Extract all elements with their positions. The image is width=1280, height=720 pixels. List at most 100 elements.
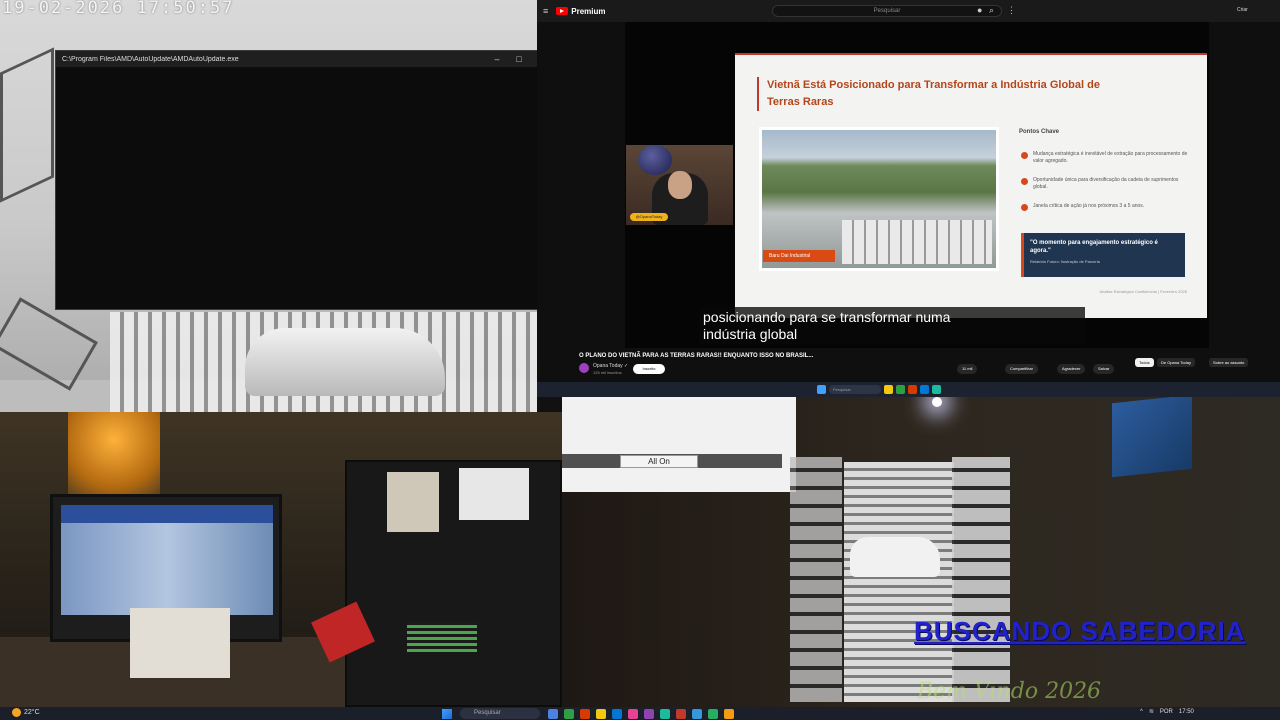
create-chip[interactable]: Criar: [1237, 7, 1248, 13]
parked-car: [245, 328, 445, 396]
taskbar-app-icon[interactable]: [628, 709, 638, 719]
start-button[interactable]: [442, 709, 452, 719]
chip-channel[interactable]: De Opana Today: [1157, 358, 1195, 367]
taskbar-app-icon[interactable]: [564, 709, 574, 719]
overlay-subtitle: Bem Vindo 2026: [917, 679, 1102, 704]
search-input[interactable]: Pesquisar: [772, 5, 1002, 17]
taskbar-app-icon[interactable]: [644, 709, 654, 719]
youtube-logo[interactable]: Premium: [556, 6, 606, 16]
mic-icon[interactable]: ●: [977, 5, 982, 15]
glass-block-wall: [790, 457, 842, 702]
taskbar-apps: [548, 709, 734, 719]
console-titlebar[interactable]: C:\Program Files\AMD\AutoUpdate\AMDAutoU…: [56, 51, 552, 67]
monitor-screen-header: [61, 505, 273, 523]
language-indicator[interactable]: POR: [1160, 709, 1173, 715]
key-point: Oportunidade única para diversificação d…: [1019, 177, 1191, 191]
thanks-button[interactable]: Agradecer: [1057, 364, 1086, 374]
maximize-button[interactable]: □: [508, 54, 530, 64]
video-info: O PLANO DO VIETNÃ PARA AS TERRAS RARAS!!…: [537, 348, 1280, 380]
save-button[interactable]: Salvar: [1093, 364, 1115, 374]
like-button[interactable]: 11 mil: [957, 364, 978, 374]
search-icon[interactable]: ⌕: [989, 5, 994, 16]
key-point: Janela crítica de ação já nos próximos 3…: [1019, 203, 1191, 211]
channel-subscribers: 125 mil inscritos: [593, 370, 622, 375]
taskbar-app-icon[interactable]: [612, 709, 622, 719]
channel-avatar[interactable]: [579, 363, 589, 373]
minimize-button[interactable]: –: [486, 54, 508, 64]
silos: [842, 220, 992, 264]
chip-all[interactable]: Todos: [1135, 358, 1154, 367]
webcam-tag: @OpanaToday: [630, 213, 668, 221]
parked-car: [850, 537, 940, 577]
control-panel: [562, 397, 796, 492]
gate: [844, 462, 954, 702]
all-on-button[interactable]: All On: [620, 455, 698, 468]
ceiling-light: [932, 397, 942, 407]
taskbar-app-icon[interactable]: [692, 709, 702, 719]
presenter-face: [668, 171, 692, 199]
app-icon[interactable]: [932, 385, 941, 394]
taskbar-app-icon[interactable]: [660, 709, 670, 719]
taskbar-app-icon[interactable]: [676, 709, 686, 719]
chevron-up-icon[interactable]: ^: [1140, 709, 1143, 715]
youtube-play-icon: [556, 7, 569, 15]
start-icon[interactable]: [817, 385, 826, 394]
camera-feed-bottom-left: [0, 412, 562, 707]
wifi-icon[interactable]: ≋: [1149, 708, 1154, 715]
taskbar-app-icon[interactable]: [724, 709, 734, 719]
inner-search[interactable]: Pesquisar: [829, 385, 881, 394]
taskbar-search[interactable]: Pesquisar: [460, 708, 540, 719]
weather-temp: 22°C: [24, 709, 40, 716]
slide-footer: Análise Estratégica Confidencial | Fever…: [1099, 289, 1187, 294]
presentation-slide: Vietnã Está Posicionado para Transformar…: [735, 53, 1207, 318]
subscribe-button[interactable]: Inscrito: [633, 364, 665, 374]
chip-related[interactable]: Sobre ao assunto: [1209, 358, 1249, 367]
taskbar-app-icon[interactable]: [548, 709, 558, 719]
sun-icon: [12, 708, 21, 717]
taskbar-app-icon[interactable]: [708, 709, 718, 719]
lamp-glow: [68, 412, 160, 504]
wall-screen: [1112, 397, 1192, 478]
more-icon[interactable]: ⋮: [1007, 5, 1016, 16]
youtube-brand: Premium: [571, 6, 606, 16]
app-icon[interactable]: [908, 385, 917, 394]
browser-window: ≡ Premium Pesquisar ● ⌕ ⋮ Criar Vietnã E…: [537, 0, 1280, 397]
console-title: C:\Program Files\AMD\AutoUpdate\AMDAutoU…: [62, 55, 239, 63]
camera-timestamp: 19-02-2026 17:50:57: [2, 0, 235, 18]
key-points-title: Pontos Chave: [1019, 129, 1060, 135]
app-icon[interactable]: [920, 385, 929, 394]
video-subtitle: posicionando para se transformar numa in…: [699, 307, 1085, 345]
video-title: O PLANO DO VIETNÃ PARA AS TERRAS RARAS!!…: [579, 353, 814, 359]
overlay-title: BUSCANDO SABEDORIA: [914, 616, 1246, 646]
monitor-window: [459, 468, 529, 520]
subtitle-line: posicionando para se transformar numa: [703, 309, 951, 325]
subtitle-line: indústria global: [703, 326, 798, 342]
windows-taskbar: 22°C Pesquisar ^ ≋ POR 17:50: [0, 707, 1280, 720]
channel-name[interactable]: Opana Today ✓: [593, 363, 628, 369]
quote-text: "O momento para engajamento estratégico …: [1030, 240, 1158, 254]
key-point: Mudança estratégica é inevitável de extr…: [1019, 151, 1191, 165]
camera-feed-bottom-right: All On BUSCANDO SABEDORIA Bem Vindo 2026: [562, 397, 1280, 707]
share-button[interactable]: Compartilhar: [1005, 364, 1038, 374]
inner-taskbar: Pesquisar: [537, 382, 1280, 397]
second-monitor: [345, 460, 562, 707]
channel-logo: [638, 145, 672, 175]
audio-meter: [407, 622, 477, 652]
papers: [130, 608, 230, 678]
slide-title: Vietnã Está Posicionado para Transformar…: [757, 77, 1117, 111]
app-icon[interactable]: [884, 385, 893, 394]
weather-widget[interactable]: 22°C: [12, 708, 40, 717]
console-window[interactable]: C:\Program Files\AMD\AutoUpdate\AMDAutoU…: [55, 50, 553, 310]
app-icon[interactable]: [896, 385, 905, 394]
presenter-webcam: @OpanaToday: [626, 145, 733, 225]
clock[interactable]: 17:50: [1179, 709, 1194, 715]
monitor-window: [387, 472, 439, 532]
scattered-frame: [0, 297, 98, 391]
taskbar-app-icon[interactable]: [580, 709, 590, 719]
scattered-frame: [0, 47, 54, 203]
slide-quote: "O momento para engajamento estratégico …: [1021, 233, 1185, 277]
photo-caption: Baru Dai Industrial: [763, 250, 835, 262]
taskbar-app-icon[interactable]: [596, 709, 606, 719]
glass-block-wall: [952, 457, 1010, 702]
menu-icon[interactable]: ≡: [543, 6, 548, 16]
